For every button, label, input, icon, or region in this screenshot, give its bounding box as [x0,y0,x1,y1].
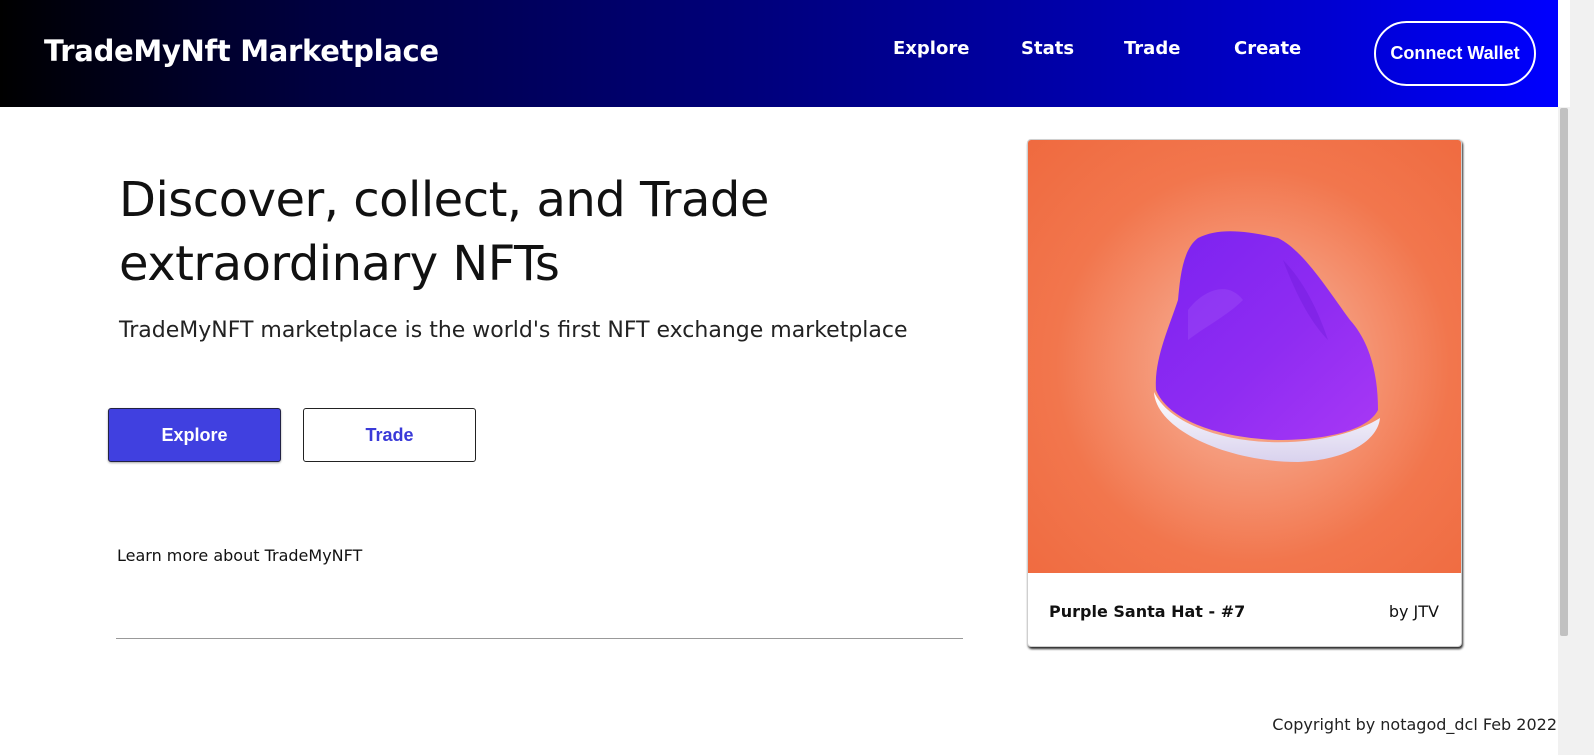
scrollbar-track-top [1558,0,1570,107]
nav-explore-link[interactable]: Explore [893,38,969,59]
featured-nft-card[interactable]: Purple Santa Hat - #7 by JTV [1027,139,1462,647]
hero-title: Discover, collect, and Trade extraordina… [119,172,769,292]
page: TradeMyNft Marketplace Explore Stats Tra… [0,0,1594,755]
connect-wallet-button[interactable]: Connect Wallet [1374,21,1536,86]
nft-name: Purple Santa Hat - #7 [1049,602,1246,621]
explore-button[interactable]: Explore [108,408,281,462]
copyright-text: Copyright by notagod_dcl Feb 2022 [1272,715,1557,734]
trade-button[interactable]: Trade [303,408,476,462]
top-navbar: TradeMyNft Marketplace Explore Stats Tra… [0,0,1558,107]
nft-image[interactable] [1028,140,1461,573]
section-divider [116,638,963,639]
hero-subtitle: TradeMyNFT marketplace is the world's fi… [119,318,908,343]
nav-stats-link[interactable]: Stats [1021,38,1074,59]
nav-create-link[interactable]: Create [1234,38,1301,59]
learn-more-link[interactable]: Learn more about TradeMyNFT [117,546,362,565]
nav-trade-link[interactable]: Trade [1124,38,1180,59]
scrollbar-thumb[interactable] [1560,108,1568,636]
brand-logo[interactable]: TradeMyNft Marketplace [44,34,439,68]
nft-creator: by JTV [1388,602,1439,621]
purple-santa-hat-icon [1154,231,1380,462]
